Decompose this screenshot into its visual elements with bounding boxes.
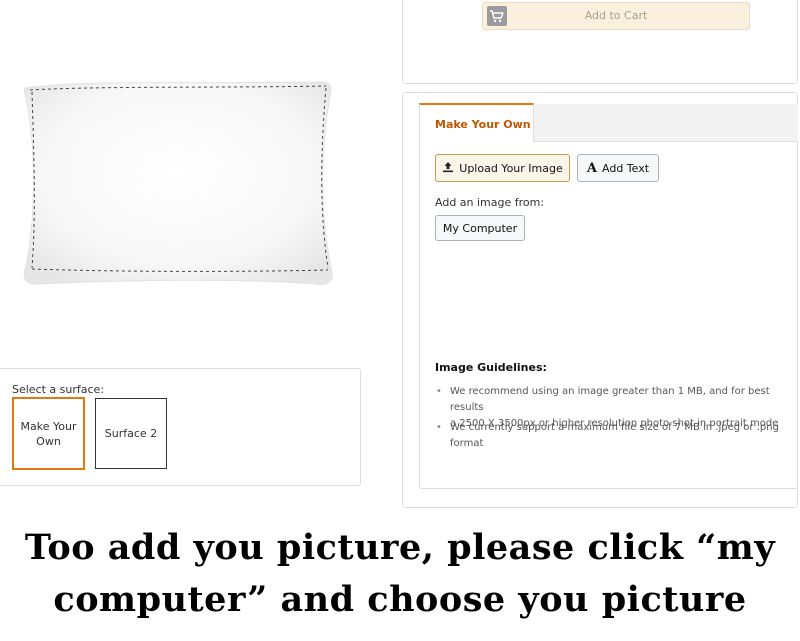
bullet-icon: • [436,422,442,433]
guideline-line: We recommend using an image greater than… [450,386,770,413]
upload-image-label: Upload Your Image [459,161,563,175]
guideline-item: • We currently support a maximum file si… [436,420,788,452]
bullet-icon: • [436,386,442,397]
surface-option-label: Surface 2 [104,427,158,440]
surface-option-surface-2[interactable]: Surface 2 [95,398,167,469]
my-computer-button[interactable]: My Computer [435,215,525,241]
upload-icon [442,161,454,176]
add-text-button[interactable]: A Add Text [577,154,659,182]
upload-image-button[interactable]: Upload Your Image [435,154,570,182]
surface-option-label: Make Your [20,419,77,433]
surface-label: Select a surface: [12,383,105,396]
guideline-line: We currently support a maximum file size… [450,422,779,433]
text-icon: A [586,160,598,176]
instruction-caption: Too add you picture, please click “my co… [0,522,800,626]
tab-make-your-own[interactable]: Make Your Own [419,103,534,143]
add-to-cart-button[interactable]: Add to Cart [482,2,750,30]
guidelines-title: Image Guidelines: [435,361,547,374]
tab-label: Make Your Own [435,118,531,131]
guideline-line: format [450,438,484,449]
caption-line: Too add you picture, please click “my [24,527,776,568]
add-text-label: Add Text [602,161,650,175]
pillow-image [23,81,333,285]
surface-option-label: Own [36,434,61,448]
add-to-cart-label: Add to Cart [584,9,648,22]
product-preview [20,76,340,292]
surface-option-make-your-own[interactable]: Make Your Own [12,397,85,470]
my-computer-label: My Computer [442,221,518,235]
image-source-label: Add an image from: [435,196,545,209]
caption-line: computer” and choose you picture [53,579,747,620]
